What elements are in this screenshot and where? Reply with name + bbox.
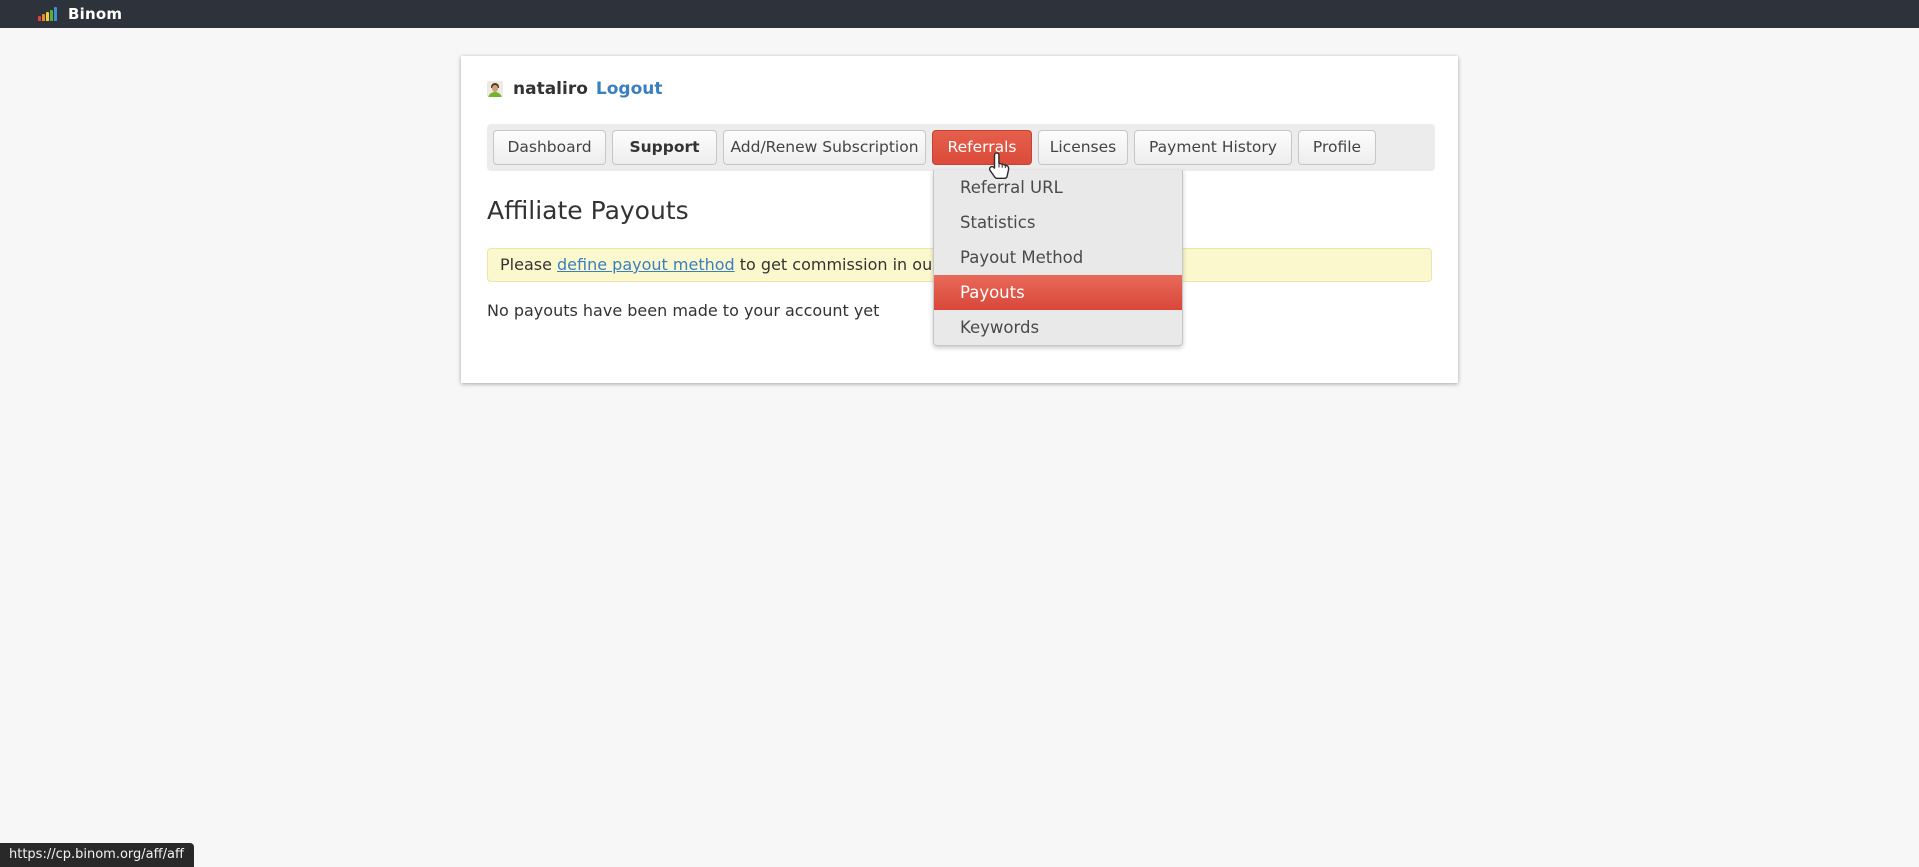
nav-dashboard-button[interactable]: Dashboard [493,130,606,165]
nav-licenses-button[interactable]: Licenses [1038,130,1128,165]
binom-logo-icon [38,7,57,21]
referrals-dropdown-menu: Referral URL Statistics Payout Method Pa… [933,170,1183,346]
username-label: nataliro [513,79,588,99]
nav-support-button[interactable]: Support [612,130,717,165]
menu-item-referral-url[interactable]: Referral URL [934,170,1182,205]
hand-pointer-cursor-icon [985,151,1011,180]
main-nav: Dashboard Support Add/Renew Subscription… [487,124,1435,171]
menu-item-payout-method[interactable]: Payout Method [934,240,1182,275]
nav-referrals-button[interactable]: Referrals [932,130,1032,165]
menu-item-statistics[interactable]: Statistics [934,205,1182,240]
user-avatar [487,81,503,97]
menu-item-payouts[interactable]: Payouts [934,275,1182,310]
browser-status-url: https://cp.binom.org/aff/aff [0,843,194,867]
nav-payment-history-button[interactable]: Payment History [1134,130,1292,165]
notice-text-prefix: Please [500,255,557,274]
define-payout-method-link[interactable]: define payout method [557,255,735,274]
logout-link[interactable]: Logout [596,79,663,99]
affiliate-panel-card: nataliro Logout Dashboard Support Add/Re… [461,56,1458,383]
brand-title[interactable]: Binom [68,5,122,23]
menu-item-keywords[interactable]: Keywords [934,310,1182,345]
nav-add-renew-subscription-button[interactable]: Add/Renew Subscription [723,130,926,165]
nav-profile-button[interactable]: Profile [1298,130,1376,165]
top-bar: Binom [0,0,1919,28]
user-row: nataliro Logout [487,80,1432,98]
